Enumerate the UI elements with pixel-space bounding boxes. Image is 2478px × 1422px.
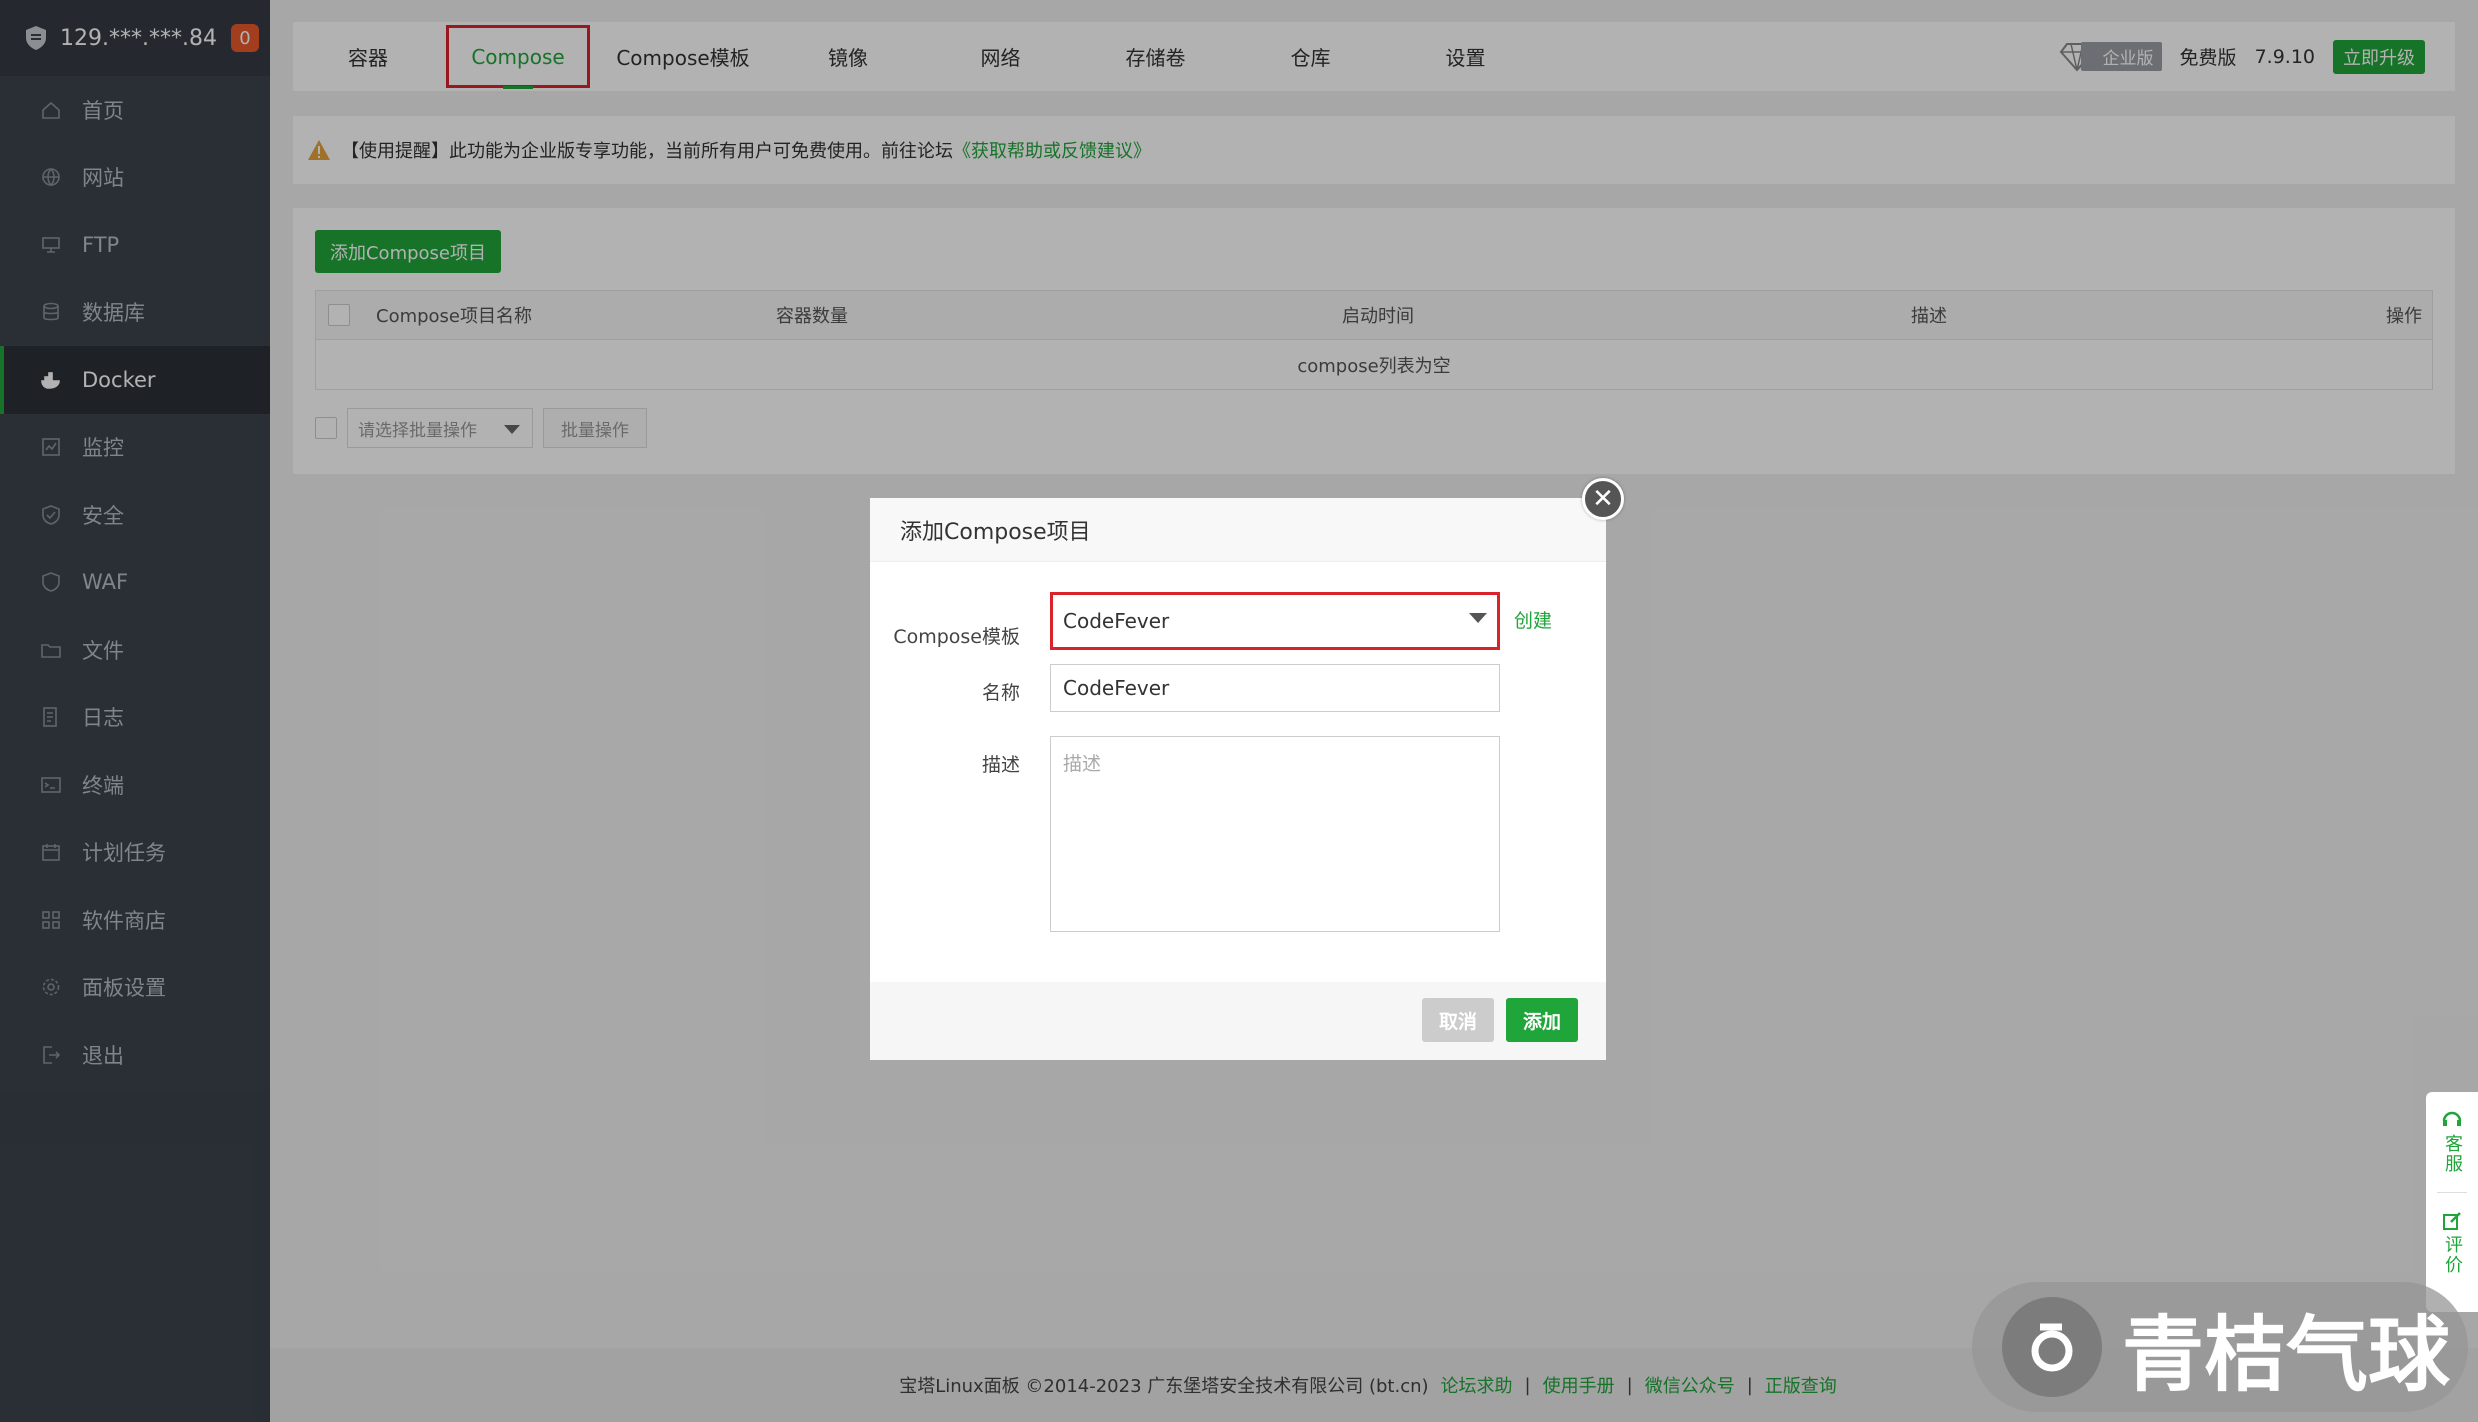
template-select[interactable]: CodeFever (1050, 592, 1500, 650)
create-template-link[interactable]: 创建 (1514, 606, 1552, 633)
watermark-logo-icon (2002, 1297, 2102, 1397)
review-link[interactable]: 评价 (2439, 1235, 2465, 1275)
edit-icon (2443, 1212, 2461, 1230)
name-input[interactable]: CodeFever (1050, 664, 1500, 712)
desc-row: 描述 (870, 750, 1020, 777)
headset-icon (2442, 1111, 2462, 1126)
add-button[interactable]: 添加 (1506, 998, 1578, 1042)
add-compose-dialog: 添加Compose项目 ✕ Compose模板 CodeFever 创建 名称 … (870, 478, 1624, 1060)
dialog-footer: 取消 添加 (870, 982, 1606, 1060)
watermark: 青桔气球 (1972, 1282, 2468, 1412)
desc-textarea[interactable]: 描述 (1050, 736, 1500, 932)
customer-service-link[interactable]: 客服 (2439, 1134, 2465, 1174)
dialog-title: 添加Compose项目 (870, 498, 1606, 562)
desc-label: 描述 (981, 754, 1020, 776)
name-label: 名称 (981, 682, 1020, 704)
template-row: Compose模板 (870, 608, 1020, 649)
cancel-button[interactable]: 取消 (1422, 998, 1494, 1042)
name-row: 名称 (870, 678, 1020, 705)
template-label: Compose模板 (893, 626, 1020, 648)
close-icon[interactable]: ✕ (1582, 478, 1624, 520)
watermark-text: 青桔气球 (2122, 1307, 2451, 1403)
floating-help: 客服 评价 (2426, 1092, 2478, 1312)
